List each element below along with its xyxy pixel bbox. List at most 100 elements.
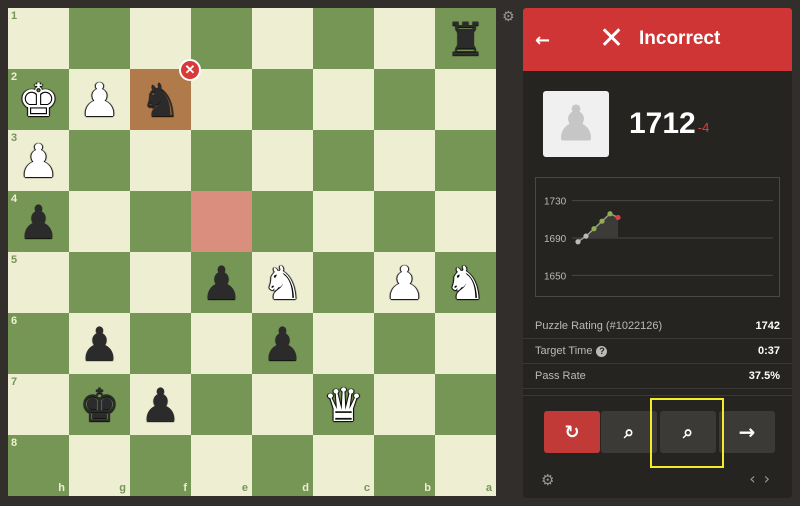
- square-g4[interactable]: [69, 191, 130, 252]
- square-a3[interactable]: [435, 130, 496, 191]
- square-b7[interactable]: [374, 374, 435, 435]
- square-b5[interactable]: ♟: [374, 252, 435, 313]
- square-e2[interactable]: [191, 69, 252, 130]
- square-a2[interactable]: [435, 69, 496, 130]
- square-b2[interactable]: [374, 69, 435, 130]
- black-pawn[interactable]: ♟: [201, 260, 242, 306]
- square-c2[interactable]: [313, 69, 374, 130]
- chevron-right-icon[interactable]: ›: [764, 469, 778, 488]
- back-arrow-icon[interactable]: ←: [535, 30, 550, 51]
- square-h1[interactable]: 1: [8, 8, 69, 69]
- square-f8[interactable]: f: [130, 435, 191, 496]
- square-a8[interactable]: a: [435, 435, 496, 496]
- square-g5[interactable]: [69, 252, 130, 313]
- square-e4[interactable]: [191, 191, 252, 252]
- square-b8[interactable]: b: [374, 435, 435, 496]
- black-rook[interactable]: ♜: [445, 16, 486, 62]
- square-c3[interactable]: [313, 130, 374, 191]
- square-a5[interactable]: ♞: [435, 252, 496, 313]
- square-f7[interactable]: ♟: [130, 374, 191, 435]
- square-f4[interactable]: [130, 191, 191, 252]
- square-d4[interactable]: [252, 191, 313, 252]
- square-g3[interactable]: [69, 130, 130, 191]
- square-e6[interactable]: [191, 313, 252, 374]
- y-tick-label: 1730: [544, 197, 567, 208]
- square-g7[interactable]: ♚: [69, 374, 130, 435]
- square-g1[interactable]: [69, 8, 130, 69]
- square-g8[interactable]: g: [69, 435, 130, 496]
- hint-button[interactable]: ⌕: [601, 411, 657, 453]
- square-h4[interactable]: 4 ♟: [8, 191, 69, 252]
- black-knight[interactable]: ♞: [140, 77, 181, 123]
- square-f3[interactable]: [130, 130, 191, 191]
- black-pawn[interactable]: ♟: [18, 199, 59, 245]
- chess-board[interactable]: 1 ♜ 2 ♚ ♟ ♞ ✕ 3 ♟ 4 ♟ 5 ♟ ♞ ♟ ♞ 6 ♟ ♟ 7 ♚ ♟ ♛ 8 h g f e d c b a: [8, 8, 496, 496]
- square-e1[interactable]: [191, 8, 252, 69]
- puzzle-stats: Puzzle Rating (#1022126) 1742 Target Tim…: [523, 314, 792, 389]
- analyze-magnifier-icon: ⌕: [682, 421, 694, 443]
- white-pawn[interactable]: ♟: [79, 77, 120, 123]
- square-h2[interactable]: 2 ♚: [8, 69, 69, 130]
- help-icon[interactable]: ?: [596, 345, 608, 357]
- square-f6[interactable]: [130, 313, 191, 374]
- square-h6[interactable]: 6: [8, 313, 69, 374]
- black-king[interactable]: ♚: [79, 382, 120, 428]
- hint-magnifier-icon: ⌕: [623, 421, 635, 443]
- square-c6[interactable]: [313, 313, 374, 374]
- square-b4[interactable]: [374, 191, 435, 252]
- square-c1[interactable]: [313, 8, 374, 69]
- square-g6[interactable]: ♟: [69, 313, 130, 374]
- square-a4[interactable]: [435, 191, 496, 252]
- file-label: f: [183, 482, 187, 494]
- white-knight[interactable]: ♞: [445, 260, 486, 306]
- board-settings-icon[interactable]: ⚙: [502, 10, 516, 24]
- square-g2[interactable]: ♟: [69, 69, 130, 130]
- square-c5[interactable]: [313, 252, 374, 313]
- square-e3[interactable]: [191, 130, 252, 191]
- square-c7[interactable]: ♛: [313, 374, 374, 435]
- chevron-left-icon[interactable]: ‹: [749, 469, 763, 488]
- square-c4[interactable]: [313, 191, 374, 252]
- square-d6[interactable]: ♟: [252, 313, 313, 374]
- square-a7[interactable]: [435, 374, 496, 435]
- square-d5[interactable]: ♞: [252, 252, 313, 313]
- white-pawn[interactable]: ♟: [18, 138, 59, 184]
- square-h3[interactable]: 3 ♟: [8, 130, 69, 191]
- square-c8[interactable]: c: [313, 435, 374, 496]
- black-pawn[interactable]: ♟: [262, 321, 303, 367]
- analyze-button[interactable]: ⌕: [660, 411, 716, 453]
- square-d1[interactable]: [252, 8, 313, 69]
- retry-button[interactable]: ↻: [544, 411, 600, 453]
- square-h5[interactable]: 5: [8, 252, 69, 313]
- black-pawn[interactable]: ♟: [140, 382, 181, 428]
- square-b3[interactable]: [374, 130, 435, 191]
- white-pawn[interactable]: ♟: [384, 260, 425, 306]
- white-king[interactable]: ♚: [18, 77, 59, 123]
- square-a1[interactable]: ♜: [435, 8, 496, 69]
- file-label: e: [241, 482, 248, 494]
- square-e5[interactable]: ♟: [191, 252, 252, 313]
- rank-label: 2: [11, 71, 18, 83]
- rank-label: 4: [11, 193, 18, 205]
- black-pawn[interactable]: ♟: [79, 321, 120, 367]
- white-knight[interactable]: ♞: [262, 260, 303, 306]
- settings-gear-icon[interactable]: ⚙: [541, 471, 554, 489]
- square-e7[interactable]: [191, 374, 252, 435]
- white-queen[interactable]: ♛: [323, 382, 364, 428]
- square-h8[interactable]: 8h: [8, 435, 69, 496]
- rank-label: 3: [11, 132, 18, 144]
- square-f1[interactable]: [130, 8, 191, 69]
- square-h7[interactable]: 7: [8, 374, 69, 435]
- square-f2[interactable]: ♞ ✕: [130, 59, 201, 130]
- square-b6[interactable]: [374, 313, 435, 374]
- square-d7[interactable]: [252, 374, 313, 435]
- square-d3[interactable]: [252, 130, 313, 191]
- square-f5[interactable]: [130, 252, 191, 313]
- square-e8[interactable]: e: [191, 435, 252, 496]
- square-d8[interactable]: d: [252, 435, 313, 496]
- square-d2[interactable]: [252, 69, 313, 130]
- square-b1[interactable]: [374, 8, 435, 69]
- square-a6[interactable]: [435, 313, 496, 374]
- next-puzzle-button[interactable]: →: [719, 411, 775, 453]
- puzzle-panel: ← ✕ Incorrect ♟ 1712 -4 1730 1690 1650 Puz…: [523, 8, 792, 498]
